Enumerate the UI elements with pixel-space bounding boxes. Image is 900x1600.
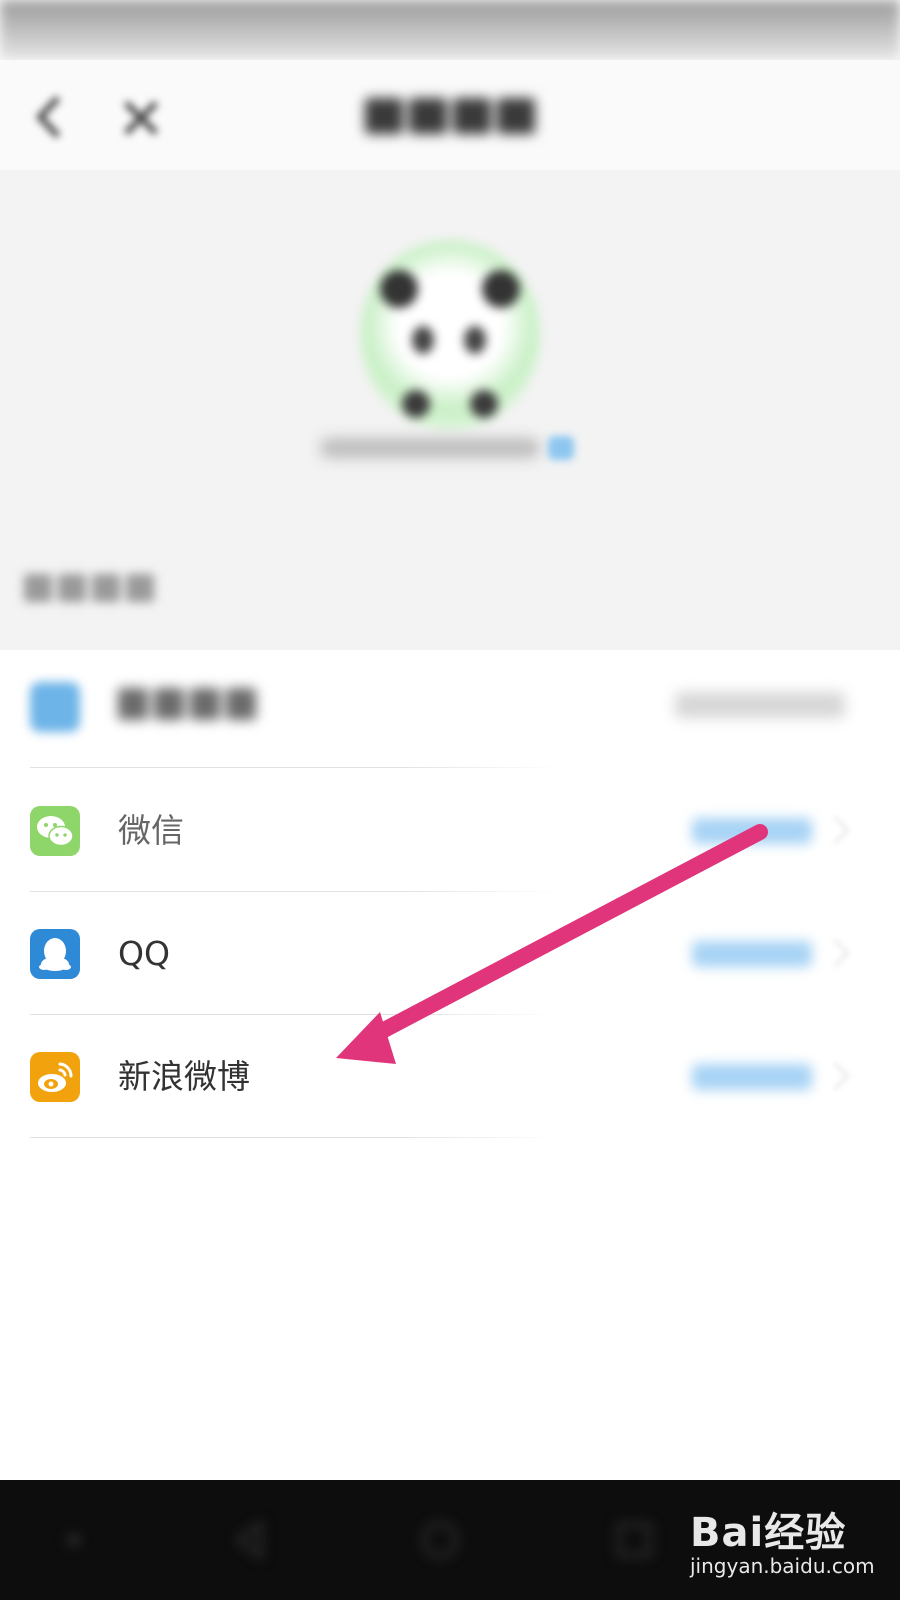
list-item-label: 新浪微博: [118, 1057, 250, 1096]
watermark-url: jingyan.baidu.com: [690, 1554, 875, 1578]
list-item-label: [118, 682, 258, 740]
close-button[interactable]: [118, 95, 164, 141]
account-binding-list: 微信 QQ 新浪微博: [0, 650, 900, 1480]
status-bar: [0, 0, 900, 60]
list-item-qq[interactable]: QQ: [0, 891, 900, 1015]
list-item-label: 微信: [118, 811, 184, 850]
wechat-icon: [30, 806, 80, 856]
baidu-jingyan-watermark: Bai经验 jingyan.baidu.com: [690, 1500, 890, 1595]
qq-icon: [30, 929, 80, 979]
list-item-phone[interactable]: [0, 644, 900, 768]
page-title: [350, 90, 550, 140]
watermark-logo: Bai经验: [690, 1510, 847, 1556]
top-app-bar: [0, 60, 900, 170]
chevron-right-icon: [820, 938, 850, 968]
close-icon: [123, 100, 159, 136]
back-icon[interactable]: [228, 1518, 272, 1562]
username: [320, 438, 540, 458]
phone-icon: [30, 682, 80, 732]
home-icon[interactable]: [418, 1518, 462, 1562]
phone-number-value: [675, 692, 845, 718]
chevron-right-icon: [820, 1061, 850, 1091]
list-item-weibo[interactable]: 新浪微博: [0, 1014, 900, 1138]
recents-icon[interactable]: [612, 1518, 656, 1562]
binding-status[interactable]: [692, 818, 812, 844]
back-button[interactable]: [30, 92, 70, 142]
avatar[interactable]: [360, 240, 540, 430]
verified-badge: [548, 436, 574, 460]
profile-header: [0, 170, 900, 650]
menu-icon[interactable]: [52, 1518, 96, 1562]
weibo-icon: [30, 1052, 80, 1102]
section-header: [24, 570, 174, 606]
chevron-left-icon: [35, 95, 61, 139]
binding-status[interactable]: [692, 941, 812, 967]
list-item-label: QQ: [118, 934, 170, 973]
binding-status[interactable]: [692, 1064, 812, 1090]
chevron-right-icon: [820, 815, 850, 845]
list-item-wechat[interactable]: 微信: [0, 768, 900, 892]
